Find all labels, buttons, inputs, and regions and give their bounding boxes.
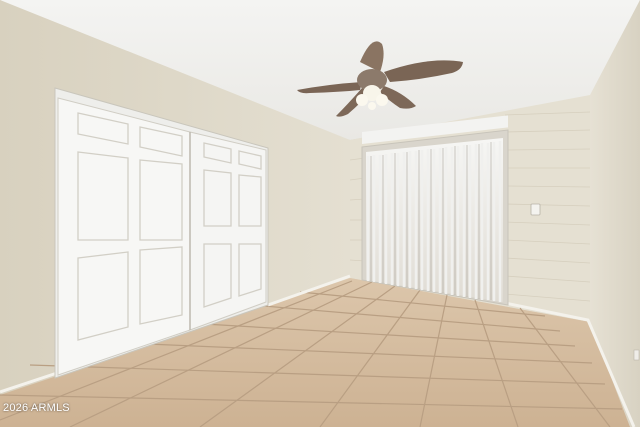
room-photo: 2026 ARMLS [0, 0, 640, 427]
room-illustration [0, 0, 640, 427]
light-switch-icon[interactable] [530, 203, 541, 216]
watermark-text: 2026 ARMLS [3, 402, 70, 414]
outlet-icon [633, 349, 640, 361]
